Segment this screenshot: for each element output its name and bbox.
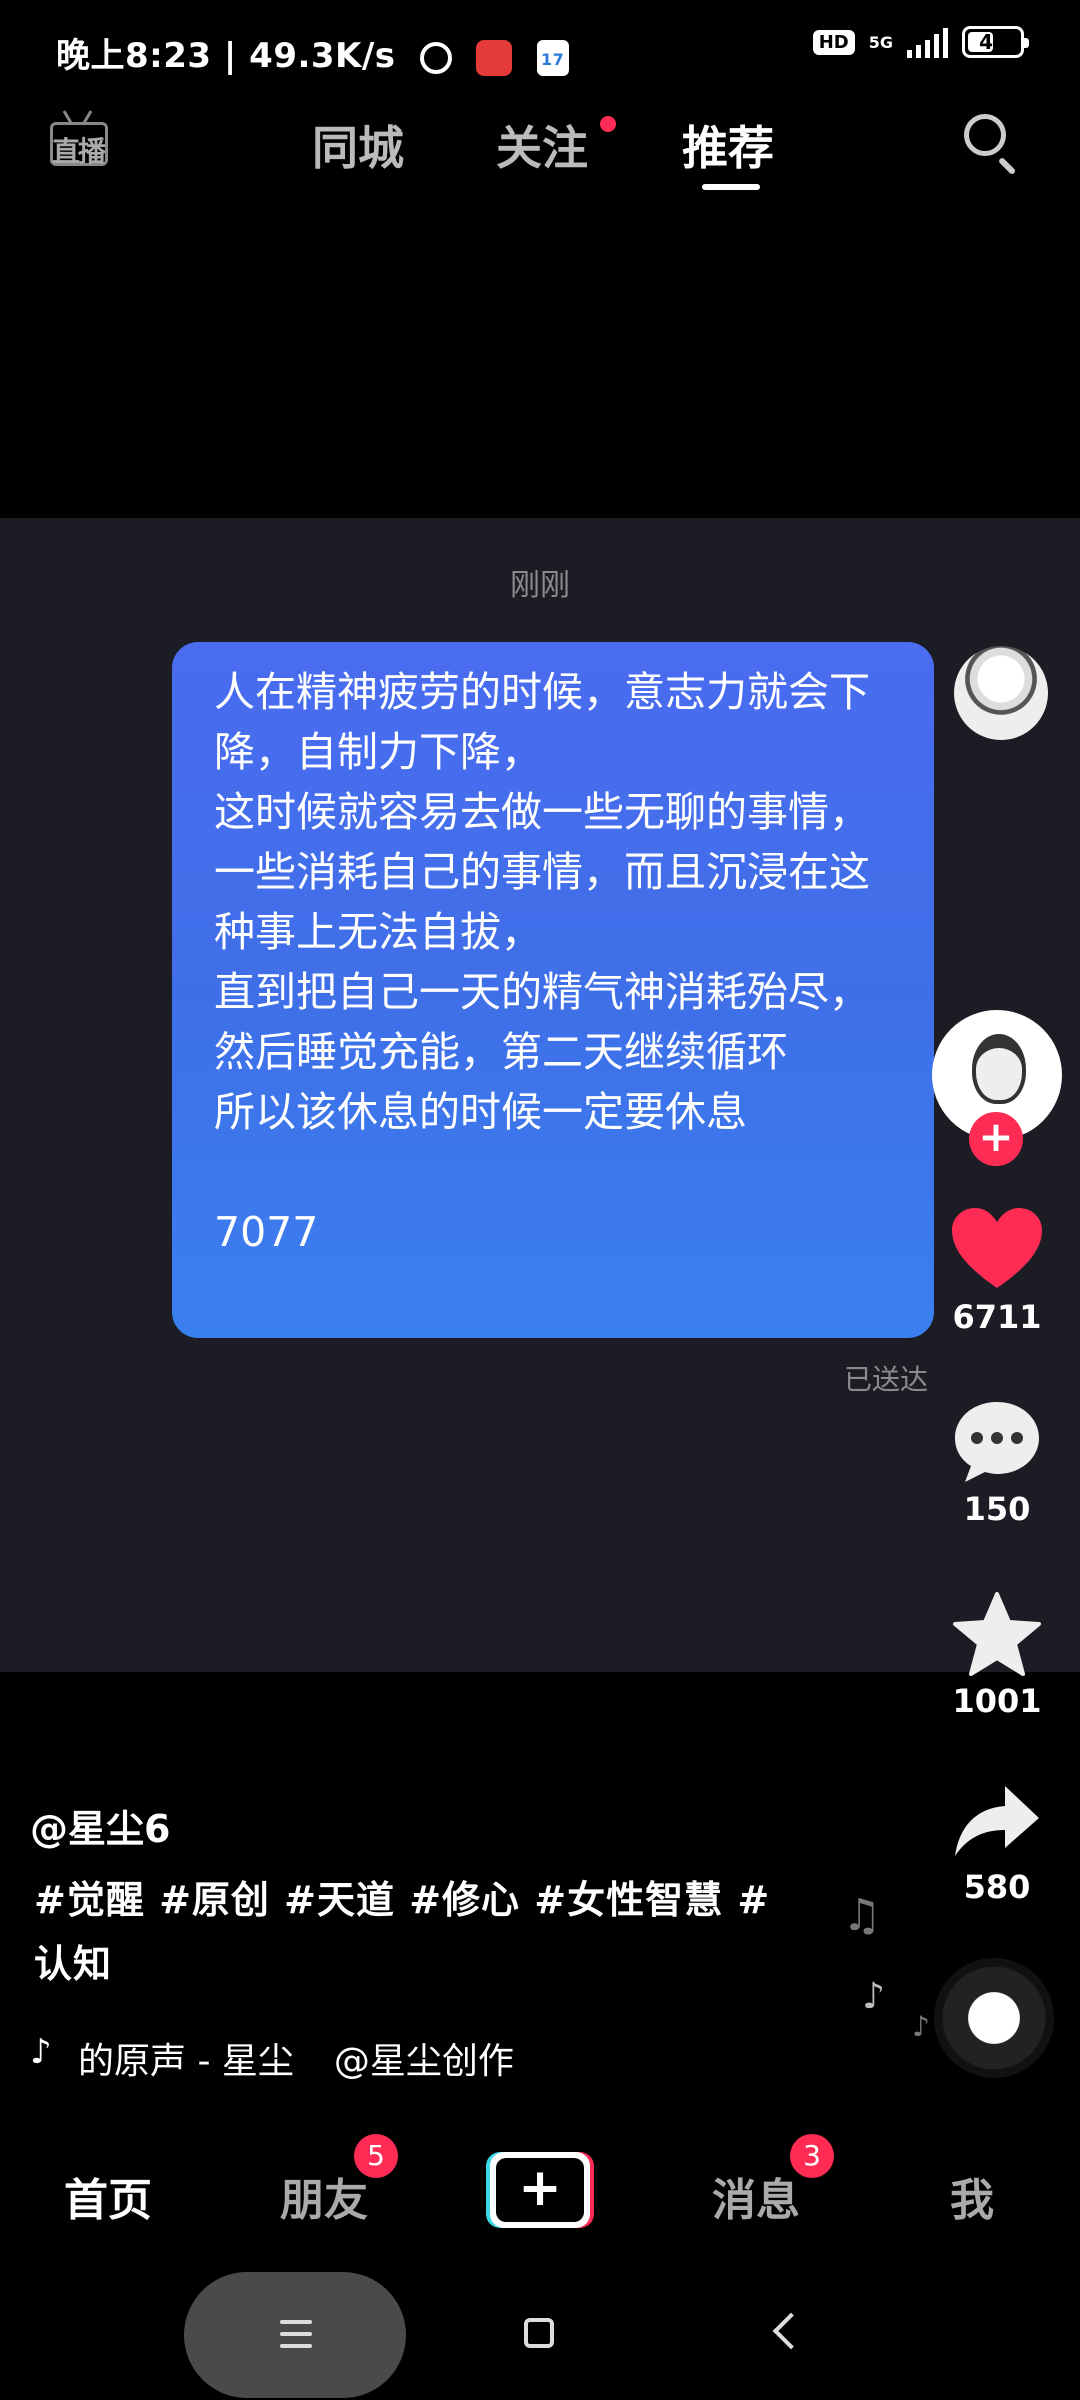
chat-message-text: 人在精神疲劳的时候，意志力就会下降，自制力下降， 这时候就容易去做一些无聊的事情… [214,668,870,1256]
battery-icon: 44 [962,26,1029,58]
author-name[interactable]: @星尘6 [30,1798,170,1853]
menu-button[interactable] [184,2272,406,2398]
music-credit: @星尘创作 [333,2041,514,2082]
status-left: 晚上8:23 | 49.3K/s 17 [56,28,569,77]
favorite-count: 1001 [952,1682,1042,1720]
favorite-button[interactable]: 1001 [930,1592,1064,1720]
tiktok-icon: ♪ [30,2032,52,2072]
tab-recommended[interactable]: 推荐 [682,112,774,178]
search-icon[interactable] [962,112,1020,176]
share-icon [955,1786,1039,1856]
star-icon [953,1592,1041,1676]
messages-badge: 3 [790,2134,834,2178]
like-count: 6711 [952,1298,1042,1336]
comment-icon [955,1402,1039,1482]
chat-sender-avatar [954,646,1048,740]
following-notification-dot [600,116,616,132]
create-icon: + [496,2158,584,2222]
create-button[interactable]: + [486,2152,594,2228]
menu-icon [280,2320,312,2356]
delivery-status: 已送达 [843,1363,928,1396]
battery-text: 44 [979,30,1007,54]
status-right: HD 5G 44 [812,26,1029,58]
tab-following[interactable]: 关注 [496,112,588,178]
home-icon[interactable] [524,2318,554,2348]
chat-message-bubble: 人在精神疲劳的时候，意志力就会下降，自制力下降， 这时候就容易去做一些无聊的事情… [172,642,934,1338]
music-note-icon: ♪ [862,1976,885,2017]
status-bar: 晚上8:23 | 49.3K/s 17 HD 5G 44 [0,0,1080,80]
calendar-icon: 17 [536,39,569,76]
music-note-icon: ♫ [842,1890,882,1941]
tab-home[interactable]: 首页 [64,2164,152,2228]
comment-count: 150 [963,1490,1031,1528]
music-disc[interactable] [934,1958,1054,2078]
music-title: 的原声 - 星尘 [78,2041,294,2082]
music-note-icon: ♪ [912,2010,930,2043]
share-button[interactable]: 580 [930,1784,1064,1906]
live-icon[interactable]: 直播 [48,108,112,172]
tab-friends[interactable]: 朋友 [280,2164,368,2228]
like-button[interactable]: 6711 [930,1208,1064,1336]
signal-icon [907,26,948,58]
tab-local[interactable]: 同城 [312,112,404,178]
app-notification-icon [476,39,513,76]
post-caption[interactable]: #觉醒 #原创 #天道 #修心 #女性智慧 #认知 [34,1868,794,1996]
active-tab-indicator [702,184,760,190]
network-label: 5G [868,32,893,52]
comment-button[interactable]: 150 [930,1400,1064,1528]
follow-button[interactable]: + [969,1112,1023,1166]
live-label: 直播 [52,135,106,168]
tab-messages[interactable]: 消息 [712,2164,800,2228]
friends-badge: 5 [354,2134,398,2178]
alarm-icon [419,41,452,74]
heart-icon [952,1208,1042,1288]
share-count: 580 [963,1868,1031,1906]
music-info[interactable]: 的原声 - 星尘 @星尘创作 [78,2032,532,2084]
tab-me[interactable]: 我 [950,2164,994,2228]
hd-badge: HD [812,29,855,55]
chat-timestamp: 刚刚 [510,568,570,603]
status-time-speed: 晚上8:23 | 49.3K/s [56,36,396,76]
